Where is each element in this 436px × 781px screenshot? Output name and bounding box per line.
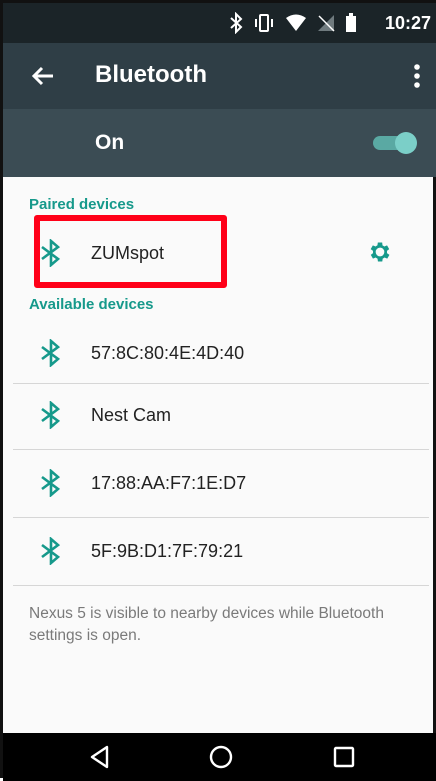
home-nav-icon[interactable]: [206, 742, 236, 772]
paired-devices-header: Paired devices: [29, 196, 135, 213]
device-name: 5F:9B:D1:7F:79:21: [91, 541, 244, 561]
recents-nav-icon[interactable]: [329, 742, 359, 772]
device-name: 17:88:AA:F7:1E:D7: [91, 473, 247, 493]
cell-signal-icon: [318, 15, 335, 32]
divider: [13, 585, 429, 586]
device-name: Nest Cam: [91, 405, 172, 425]
bluetooth-icon: [41, 537, 61, 565]
status-icons: [229, 11, 357, 35]
available-devices-header: Available devices: [29, 296, 154, 313]
bluetooth-switch[interactable]: [373, 132, 417, 154]
bluetooth-icon: [41, 339, 61, 367]
settings-gear-icon[interactable]: [367, 239, 393, 265]
wifi-icon: [286, 14, 306, 31]
bluetooth-status-icon: [230, 12, 243, 34]
switch-thumb: [395, 132, 417, 154]
back-nav-icon[interactable]: [85, 742, 115, 772]
app-bar: Bluetooth: [3, 43, 436, 109]
clock: 10:27: [384, 13, 431, 33]
navigation-bar: [3, 733, 436, 781]
toggle-label: On: [95, 131, 125, 154]
vibrate-icon: [255, 14, 273, 32]
device-name: 57:8C:80:4E:4D:40: [91, 343, 245, 363]
bluetooth-icon: [41, 401, 61, 429]
more-options-icon[interactable]: [409, 61, 425, 91]
bluetooth-icon: [41, 469, 61, 497]
page-title: Bluetooth: [95, 61, 207, 88]
available-device-row[interactable]: 5F:9B:D1:7F:79:21: [3, 517, 436, 599]
highlight-box: [34, 215, 227, 288]
status-bar: 10:27: [3, 3, 436, 43]
battery-icon: [346, 13, 356, 32]
phone-screen: 10:27 Bluetooth On Paired devices ZUMspo…: [0, 0, 436, 781]
bluetooth-toggle-bar[interactable]: On: [3, 109, 436, 177]
visibility-note: Nexus 5 is visible to nearby devices whi…: [29, 605, 384, 644]
back-arrow-icon[interactable]: [29, 61, 59, 91]
